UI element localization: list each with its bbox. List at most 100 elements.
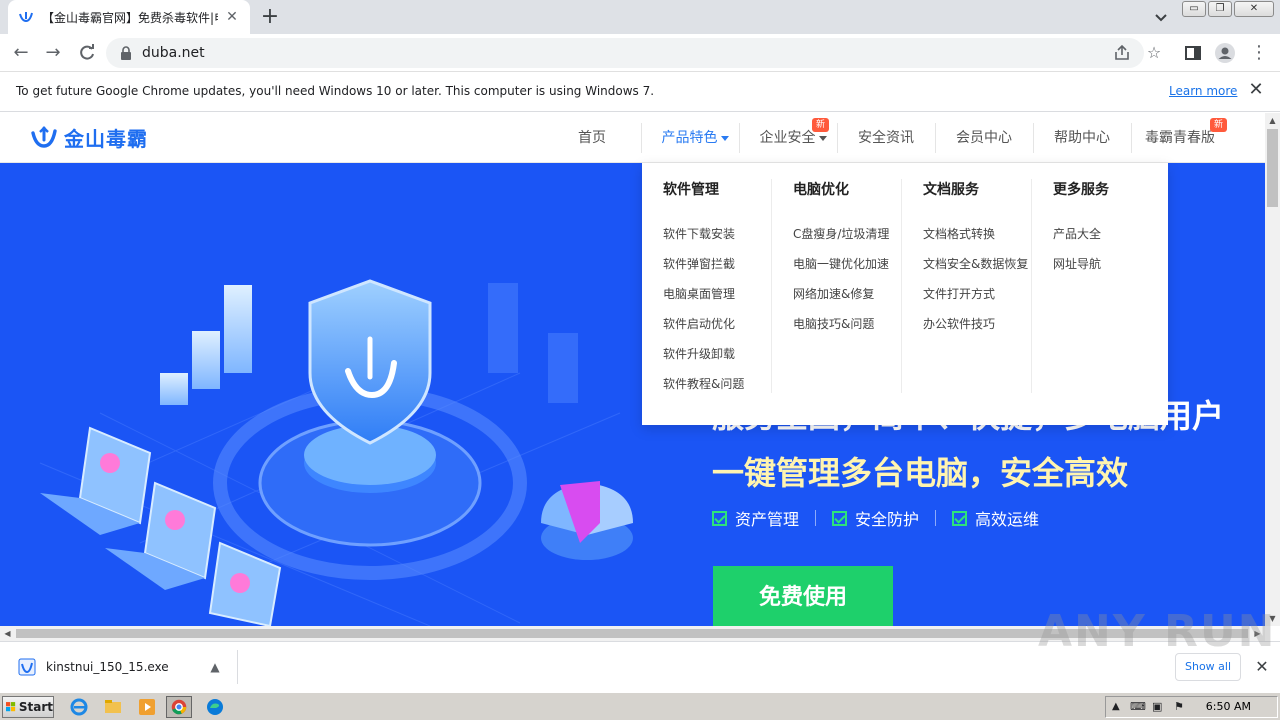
checkbox-check-icon [832,510,848,526]
feature-asset-management: 资产管理 [712,506,799,530]
menu-dots-icon[interactable]: ⋮ [1248,42,1270,64]
tab-search-chevron-icon[interactable] [1150,6,1172,28]
keyboard-icon[interactable]: ⌨ [1130,700,1146,713]
dropdown-link[interactable]: 产品大全 [1053,219,1101,249]
windows-flag-icon [6,702,16,712]
flag-icon[interactable]: ⚑ [1174,700,1184,713]
edge-icon[interactable] [202,696,228,718]
new-tab-button[interactable]: + [258,5,282,29]
dropdown-link[interactable]: 网址导航 [1053,249,1101,279]
dropdown-link[interactable]: 文档格式转换 [923,219,1028,249]
dropdown-link[interactable]: 软件弹窗拦截 [663,249,744,279]
new-badge: 新 [1210,118,1228,132]
dropdown-heading: 电脑优化 [793,182,849,198]
feature-security-protection: 安全防护 [832,506,919,530]
dropdown-link[interactable]: 文档安全&数据恢复 [923,249,1028,279]
product-features-dropdown: 软件管理 软件下载安装 软件弹窗拦截 电脑桌面管理 软件启动优化 软件升级卸载 … [642,163,1168,425]
taskbar-clock[interactable]: 6:50 AM [1206,700,1251,713]
dropdown-column-optimize: 电脑优化 C盘瘦身/垃圾清理 电脑一键优化加速 网络加速&修复 电脑技巧&问题 [772,179,902,393]
reload-icon[interactable] [76,42,98,64]
new-badge: 新 [812,118,830,132]
url-text[interactable]: duba.net [142,45,205,61]
feature-efficient-ops: 高效运维 [952,506,1039,530]
download-filename: kinstnui_150_15.exe [46,660,169,674]
horizontal-scroll-thumb[interactable] [16,629,1248,638]
forward-arrow-icon[interactable]: → [42,42,64,64]
nav-home[interactable]: 首页 [562,113,622,163]
dropdown-link[interactable]: 电脑桌面管理 [663,279,744,309]
dropdown-link[interactable]: 文件打开方式 [923,279,1028,309]
dropdown-link[interactable]: 软件下载安装 [663,219,744,249]
browser-tab[interactable]: 【金山毒霸官网】免费杀毒软件|电脑 ✕ [8,0,250,34]
site-logo[interactable]: 金山毒霸 [30,123,148,152]
nav-divider [935,123,936,153]
dropdown-link[interactable]: 电脑技巧&问题 [793,309,889,339]
tab-title: 【金山毒霸官网】免费杀毒软件|电脑 [42,10,218,25]
download-shelf-close-icon[interactable]: ✕ [1252,657,1272,677]
system-tray: ▲ ⌨ ▣ ⚑ 6:50 AM [1105,696,1278,718]
back-arrow-icon[interactable]: ← [10,42,32,64]
start-button[interactable]: Start [2,696,54,718]
dropdown-link[interactable]: 软件启动优化 [663,309,744,339]
scroll-left-arrow-icon[interactable]: ◀ [0,626,15,641]
nav-enterprise-label: 企业安全 [759,130,816,146]
logo-text: 金山毒霸 [64,127,148,151]
dropdown-link[interactable]: C盘瘦身/垃圾清理 [793,219,889,249]
dropdown-link[interactable]: 网络加速&修复 [793,279,889,309]
horizontal-scrollbar[interactable]: ◀ ▶ [0,626,1265,641]
scroll-right-arrow-icon[interactable]: ▶ [1250,626,1265,641]
chrome-icon[interactable] [166,696,192,718]
lock-icon[interactable] [120,46,132,60]
dropdown-link[interactable]: 软件教程&问题 [663,369,744,399]
scroll-up-arrow-icon[interactable]: ▲ [1265,113,1280,128]
close-window-button[interactable]: ✕ [1234,1,1274,17]
internet-explorer-icon[interactable] [66,696,92,718]
learn-more-link[interactable]: Learn more [1169,84,1237,98]
update-infobar: To get future Google Chrome updates, you… [0,72,1280,112]
dropdown-link[interactable]: 办公软件技巧 [923,309,1028,339]
show-all-button[interactable]: Show all [1175,653,1241,681]
page-viewport: 金山毒霸 首页 产品特色 企业安全 新 安全资讯 会员中心 帮助中心 毒霸青春版… [0,113,1265,626]
nav-product-features[interactable]: 产品特色 [652,113,738,163]
bookmark-star-icon[interactable]: ☆ [1144,43,1164,63]
download-item[interactable]: kinstnui_150_15.exe ▲ [12,650,238,684]
media-player-icon[interactable] [134,696,160,718]
scroll-down-arrow-icon[interactable]: ▼ [1265,611,1280,626]
nav-help-center[interactable]: 帮助中心 [1044,113,1120,163]
side-panel-icon[interactable] [1182,42,1204,64]
tray-expand-arrow-icon[interactable]: ▲ [1112,701,1120,712]
window-controls: ▭ ❐ ✕ [1182,1,1274,17]
feature-label: 高效运维 [975,510,1040,529]
network-icon[interactable]: ▣ [1152,700,1162,713]
hero-illustration [39,279,633,626]
restore-button[interactable]: ❐ [1208,1,1232,17]
vertical-scrollbar[interactable]: ▲ ▼ [1265,113,1280,626]
address-bar[interactable]: duba.net ☆ [106,38,1161,68]
vertical-scroll-thumb[interactable] [1267,129,1278,207]
hero-features: 资产管理 安全防护 高效运维 [712,506,1039,530]
duba-favicon-icon [19,12,33,23]
dropdown-column-more: 更多服务 产品大全 网址导航 [1032,179,1162,393]
checkbox-check-icon [712,510,727,526]
start-label: Start [18,700,53,714]
nav-youth-edition[interactable]: 毒霸青春版 [1140,113,1220,163]
profile-avatar-icon[interactable] [1214,42,1236,64]
tab-close-icon[interactable]: ✕ [224,9,240,25]
windows-taskbar: Start ▲ ⌨ ▣ ⚑ 6:50 AM [0,692,1280,720]
nav-security-news[interactable]: 安全资讯 [848,113,924,163]
minimize-button[interactable]: ▭ [1182,1,1206,17]
nav-member-center[interactable]: 会员中心 [946,113,1022,163]
share-icon[interactable] [1112,43,1132,63]
infobar-close-icon[interactable]: ✕ [1246,80,1266,100]
chevron-up-icon[interactable]: ▲ [205,660,225,674]
file-explorer-icon[interactable] [100,696,126,718]
caret-down-icon [720,135,729,141]
dropdown-column-documents: 文档服务 文档格式转换 文档安全&数据恢复 文件打开方式 办公软件技巧 [902,179,1032,393]
dropdown-link[interactable]: 软件升级卸载 [663,339,744,369]
free-use-button[interactable]: 免费使用 [713,566,893,626]
dropdown-heading: 更多服务 [1053,182,1109,198]
duba-logo-icon [31,125,57,148]
hero-headline-2: 一键管理多台电脑，安全高效 [712,454,1129,492]
dropdown-link[interactable]: 电脑一键优化加速 [793,249,889,279]
nav-divider [1033,123,1034,153]
